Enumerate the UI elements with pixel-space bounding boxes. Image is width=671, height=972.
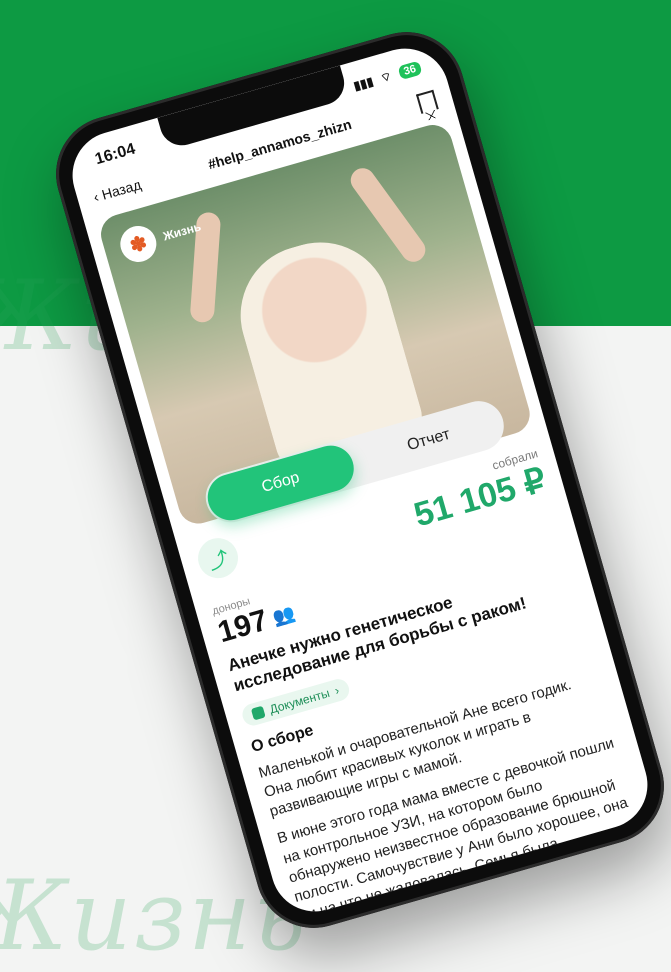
back-button[interactable]: ‹ Назад [92,176,143,205]
status-time: 16:04 [93,140,138,169]
people-icon: 👥 [269,602,298,628]
battery-indicator: 36 [397,60,423,81]
wifi-icon: ⌔ [378,68,394,86]
organization-badge[interactable]: ✽ Жизнь [116,209,206,267]
status-right: ▮▮▮ ⌔ 36 [352,60,423,94]
chevron-right-icon: › [332,682,341,698]
share-button[interactable]: ⤴ [193,533,243,583]
document-icon [250,705,266,721]
photo-arm-right [346,163,431,267]
campaign-content: ⤴ собрали 51 105 ₽ доноры 197 👥 Анечке н… [193,446,642,922]
chevron-left-icon: ‹ [91,188,101,206]
documents-label: Документы [267,685,332,717]
back-label: Назад [99,176,143,203]
bookmark-icon[interactable] [415,89,439,114]
share-icon: ⤴ [206,547,232,574]
signal-icon: ▮▮▮ [352,74,375,94]
organization-logo-icon: ✽ [116,221,161,267]
organization-name: Жизнь [161,219,203,244]
